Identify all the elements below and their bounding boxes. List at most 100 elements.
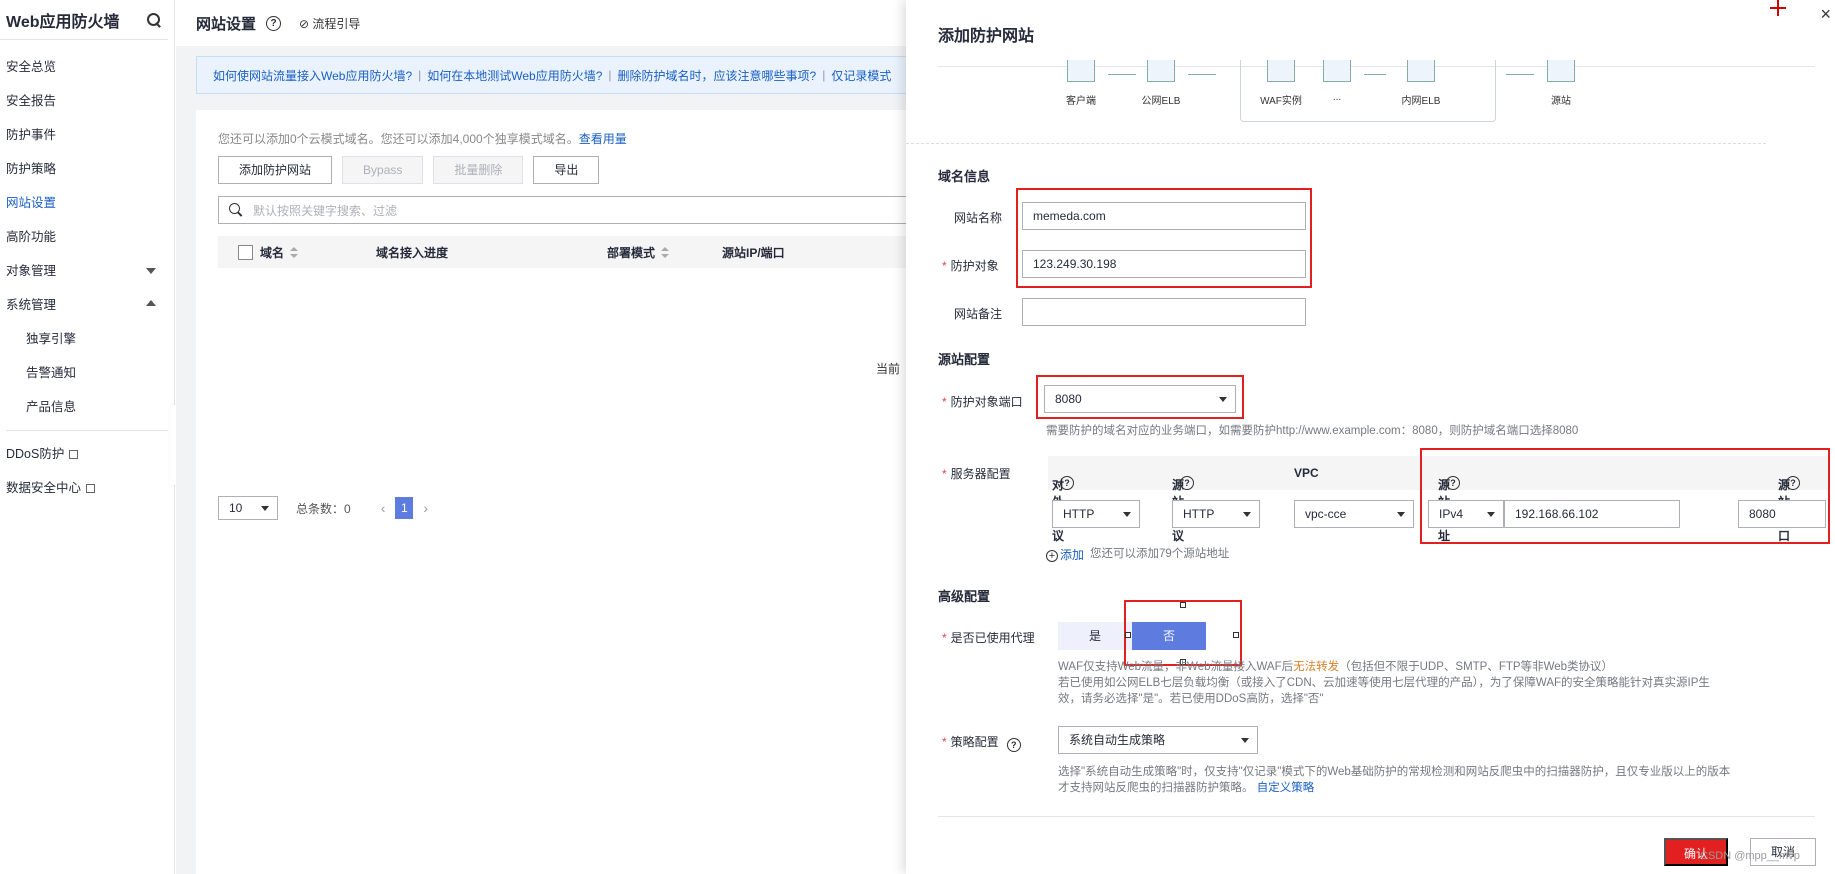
faq-link[interactable]: 如何在本地测试Web应用防火墙? [427,67,602,84]
port-label: * 防护对象端口 [942,395,1023,409]
add-origin-link[interactable]: + 添加 [1046,546,1084,563]
external-link-icon [69,450,79,459]
sidebar-item-overview[interactable]: 安全总览 [0,50,174,84]
view-usage-link[interactable]: 查看用量 [579,132,627,146]
add-link-label: 添加 [1060,548,1085,562]
crosshair-cursor-icon [1770,0,1786,16]
sidebar-nav: 安全总览 安全报告 防护事件 防护策略 网站设置 高阶功能 对象管理 系统管理 … [0,40,174,424]
shield-icon [1267,60,1295,82]
page-number[interactable]: 1 [395,497,414,519]
section-title-origin: 源站配置 [938,352,991,367]
highlight-box [1420,448,1830,544]
site-name-label: 网站名称 [954,211,1003,225]
sidebar-item-system-mgmt[interactable]: 系统管理 [0,288,174,322]
select-all-checkbox[interactable] [238,244,253,260]
column-domain[interactable]: 域名 [260,244,299,261]
resize-handle[interactable] [1180,602,1186,608]
sidebar-item-product-info[interactable]: 产品信息 [0,390,174,424]
export-button[interactable]: 导出 [533,156,600,184]
filter-icon [661,246,670,258]
pagination: 10 总条数：0 ‹ 1 › [218,496,428,520]
vpc-select[interactable]: vpc-cce [1294,500,1414,528]
policy-hint-2: 才支持网站反爬虫的扫描器防护策略。 自定义策略 [1058,780,1314,796]
help-icon[interactable]: ? [1006,738,1021,752]
server-icon [1547,60,1575,82]
sidebar-item-policies[interactable]: 防护策略 [0,152,174,186]
sidebar-item-dedicated-engine[interactable]: 独享引擎 [0,322,174,356]
server-config-label-text: 服务器配置 [950,467,1011,481]
sidebar-link-data-security[interactable]: 数据安全中心 [0,471,174,505]
prev-page-icon[interactable]: ‹ [381,500,386,516]
topology-diagram: 客户端 公网ELB WAF实例 ... 内网ELB 源站 [1056,60,1656,132]
topology-node: WAF实例 [1256,60,1306,107]
highlight-box [1124,600,1242,666]
app-title: Web应用防火墙 [6,13,120,31]
flow-guide-link[interactable]: ⊘ 流程引导 [299,15,360,32]
faq-link[interactable]: 如何使网站流量接入Web应用防火墙? [213,67,412,84]
server-protocol-value: HTTP [1183,507,1215,521]
proxy-hint-text: （包括但不限于UDP、SMTP、FTP等非Web类协议） [1339,661,1614,673]
highlight-box [1016,188,1312,288]
sidebar-item-website-settings[interactable]: 网站设置 [0,186,174,220]
faq-link[interactable]: 仅记录模式 [831,67,891,84]
next-page-icon[interactable]: › [423,500,428,516]
server-config-label: * 服务器配置 [942,467,1011,481]
sidebar-item-alerts[interactable]: 告警通知 [0,356,174,390]
add-site-button[interactable]: 添加防护网站 [218,156,333,184]
policy-value: 系统自动生成策略 [1069,733,1166,747]
resize-handle[interactable] [1125,632,1131,638]
topology-node: ... [1312,60,1362,103]
shield-icon [1323,60,1351,82]
topology-link [1188,74,1216,75]
policy-hint-text: 才支持网站反爬虫的扫描器防护策略。 [1058,782,1254,794]
proxy-hint-warning: 无法转发 [1293,661,1340,673]
policy-select[interactable]: 系统自动生成策略 [1058,726,1258,754]
proxy-label-text: 是否已使用代理 [950,631,1035,645]
chevron-down-icon [261,506,269,511]
help-icon[interactable]: ? [266,15,282,31]
client-icon [1067,60,1095,82]
remark-label: 网站备注 [954,307,1003,321]
toolbar: 添加防护网站 Bypass 批量删除 导出 [218,156,600,184]
proxy-hint-3: 效，请务必选择"是"。若已使用DDoS高防，选择"否" [1058,693,1324,705]
sidebar-item-label: 对象管理 [6,264,57,278]
topology-link [1108,74,1136,75]
sidebar-divider [6,430,168,431]
section-title-advanced: 高级配置 [938,589,991,604]
remark-input[interactable] [1022,298,1306,326]
help-icon[interactable]: ? [1060,476,1074,490]
chevron-down-icon [1243,512,1251,517]
client-protocol-value: HTTP [1063,507,1095,521]
topology-node-label: ... [1332,92,1342,103]
close-icon[interactable]: × [1820,4,1831,25]
topology-link [1506,74,1534,75]
chevron-down-icon [146,268,156,274]
sidebar-item-object-mgmt[interactable]: 对象管理 [0,254,174,288]
page-size-select[interactable]: 10 [218,496,278,520]
policy-hint-1: 选择"系统自动生成策略"时，仅支持"仅记录"模式下的Web基础防护的常规检测和网… [1058,766,1731,778]
port-label-text: 防护对象端口 [950,395,1023,409]
proxy-yes-option[interactable]: 是 [1058,622,1132,650]
sidebar-item-events[interactable]: 防护事件 [0,118,174,152]
sort-icon [290,246,299,258]
sidebar-item-report[interactable]: 安全报告 [0,84,174,118]
quota-tip: 您还可以添加0个云模式域名。您还可以添加4,000个独享模式域名。查看用量 [218,130,627,147]
help-icon[interactable]: ? [1180,476,1194,490]
resize-handle[interactable] [1233,632,1239,638]
column-mode[interactable]: 部署模式 [607,244,670,261]
add-origin-hint: 您还可以添加79个源站地址 [1090,548,1230,560]
sidebar-item-advanced[interactable]: 高阶功能 [0,220,174,254]
column-label: 域名 [260,245,285,260]
server-protocol-select[interactable]: HTTP [1172,500,1260,528]
search-icon[interactable] [146,12,162,28]
proxy-hint-1: WAF仅支持Web流量，非Web流量接入WAF后无法转发（包括但不限于UDP、S… [1058,659,1613,675]
batch-delete-button[interactable]: 批量删除 [433,156,524,184]
sidebar-link-ddos[interactable]: DDoS防护 [0,437,174,471]
external-link-icon [86,484,96,493]
custom-policy-link[interactable]: 自定义策略 [1257,782,1315,794]
client-protocol-select[interactable]: HTTP [1052,500,1140,528]
bypass-button[interactable]: Bypass [342,156,424,184]
total-count: 总条数：0 [296,501,351,516]
faq-link[interactable]: 删除防护域名时，应该注意哪些事项? [618,67,817,84]
plus-icon: + [1046,550,1058,562]
